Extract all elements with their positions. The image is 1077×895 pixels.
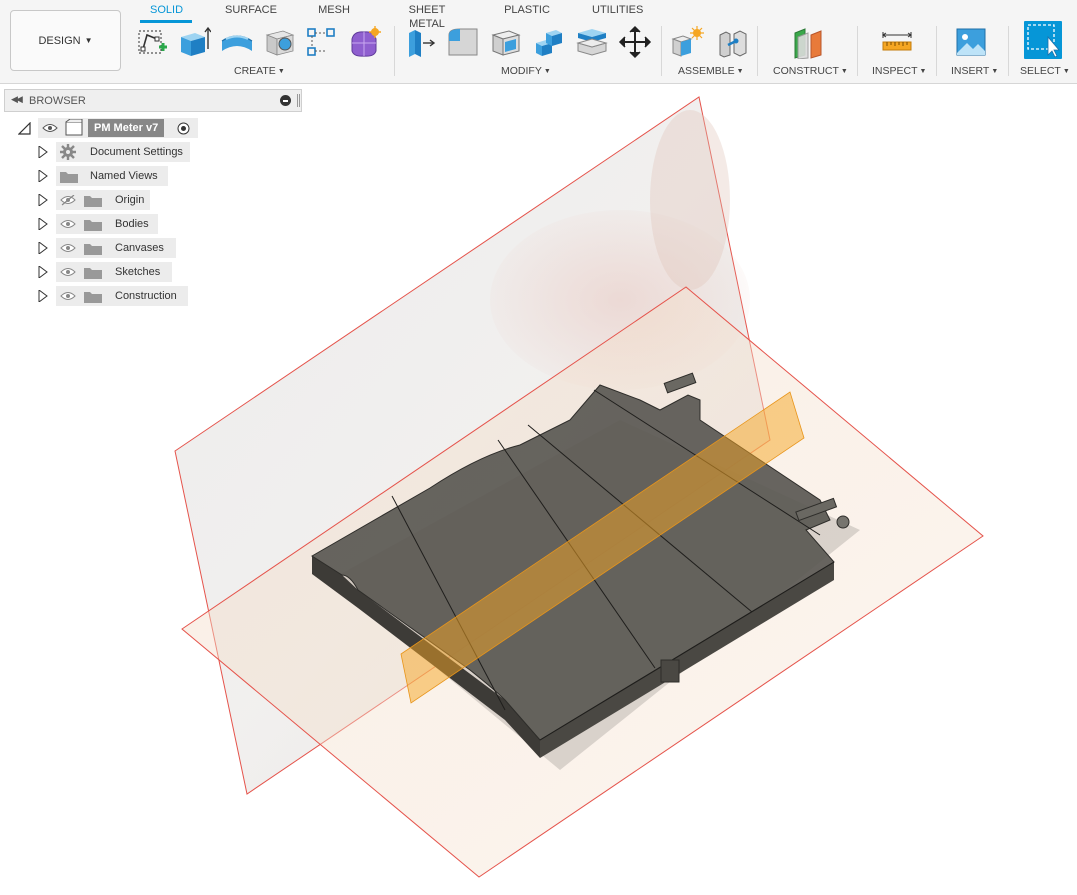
tab-solid[interactable]: SOLID <box>140 3 192 23</box>
folder-icon <box>60 172 78 183</box>
component-icon <box>65 119 83 136</box>
workspace-switcher-button[interactable]: DESIGN ▼ <box>10 10 121 71</box>
chevron-down-icon: ▼ <box>736 68 744 75</box>
modify-menu[interactable]: MODIFY ▼ <box>501 65 551 77</box>
toolbar-divider <box>857 26 858 76</box>
eye-icon[interactable] <box>42 123 58 133</box>
folder-icon <box>84 244 102 255</box>
toolbar-divider <box>661 26 662 76</box>
inspect-label: INSPECT <box>872 65 918 77</box>
pattern-icon[interactable] <box>305 24 339 60</box>
chevron-down-icon: ▼ <box>84 36 93 45</box>
folder-icon <box>84 220 102 231</box>
chevron-down-icon: ▼ <box>543 68 551 75</box>
tab-plastic[interactable]: PLASTIC <box>503 3 551 19</box>
tree-item-label: Document Settings <box>90 146 183 158</box>
create-sketch-icon[interactable] <box>135 24 169 60</box>
expand-arrow-icon[interactable] <box>38 146 48 158</box>
browser-title: BROWSER <box>29 95 86 107</box>
measure-icon[interactable] <box>880 24 914 60</box>
insert-image-icon[interactable] <box>954 24 988 60</box>
assemble-menu[interactable]: ASSEMBLE ▼ <box>678 65 744 77</box>
eye-hidden-icon[interactable] <box>60 195 76 206</box>
shell-icon[interactable] <box>489 24 523 60</box>
toolbar-divider <box>394 26 395 76</box>
tree-root[interactable]: PM Meter v7 <box>0 118 300 138</box>
tree-item-label: Canvases <box>115 242 164 254</box>
create-label: CREATE <box>234 65 276 77</box>
inspect-menu[interactable]: INSPECT ▼ <box>872 65 926 77</box>
latch-pin <box>836 515 850 529</box>
eye-icon[interactable] <box>60 243 76 253</box>
browser-panel-header: ◀◀ BROWSER <box>4 89 302 112</box>
notch <box>660 659 680 683</box>
assemble-label: ASSEMBLE <box>678 65 735 77</box>
move-icon[interactable] <box>618 24 652 60</box>
tree-item-label: Sketches <box>115 266 161 278</box>
model-canvas[interactable] <box>0 84 1077 895</box>
tab-sheet-metal[interactable]: SHEET METAL <box>391 3 463 30</box>
expand-arrow-icon[interactable] <box>38 170 48 182</box>
eye-icon[interactable] <box>60 219 76 229</box>
insert-label: INSERT <box>951 65 990 77</box>
minimize-icon[interactable] <box>280 95 291 106</box>
construct-label: CONSTRUCT <box>773 65 839 77</box>
expand-arrow-icon[interactable] <box>38 266 48 278</box>
select-icon[interactable] <box>1024 21 1062 59</box>
modify-label: MODIFY <box>501 65 542 77</box>
select-menu[interactable]: SELECT ▼ <box>1020 65 1070 77</box>
tree-item-label: Named Views <box>90 170 158 182</box>
eye-icon[interactable] <box>60 291 76 301</box>
chevron-down-icon: ▼ <box>840 68 848 75</box>
eye-icon[interactable] <box>60 267 76 277</box>
chevron-down-icon: ▼ <box>991 68 999 75</box>
tree-item-label: Bodies <box>115 218 149 230</box>
canvas-viewport[interactable] <box>0 84 1077 895</box>
tree-item-label: Construction <box>115 290 177 302</box>
hole-icon[interactable] <box>263 24 297 60</box>
gear-icon <box>60 144 76 160</box>
fillet-icon[interactable] <box>446 24 480 60</box>
insert-menu[interactable]: INSERT ▼ <box>951 65 998 77</box>
toolbar-divider <box>1008 26 1009 76</box>
folder-icon <box>84 268 102 279</box>
toolbar-divider <box>757 26 758 76</box>
expand-arrow-icon[interactable] <box>38 290 48 302</box>
expand-arrow-icon[interactable] <box>38 242 48 254</box>
folder-icon <box>84 292 102 303</box>
offset-face-icon[interactable] <box>575 24 609 60</box>
tab-surface[interactable]: SURFACE <box>225 3 277 19</box>
toolbar-divider <box>936 26 937 76</box>
extrude-icon[interactable] <box>177 24 211 60</box>
expand-arrow-icon[interactable] <box>38 194 48 206</box>
canvas-image-highlight <box>650 110 730 290</box>
folder-icon <box>84 196 102 207</box>
chevron-down-icon: ▼ <box>277 68 285 75</box>
tree-item-label: Origin <box>115 194 145 206</box>
expand-arrow-icon[interactable] <box>38 218 48 230</box>
activate-component-icon[interactable] <box>177 122 190 135</box>
root-component-label[interactable]: PM Meter v7 <box>88 119 165 137</box>
chevron-down-icon: ▼ <box>1062 68 1070 75</box>
new-component-icon[interactable] <box>671 24 705 60</box>
toolbar: DESIGN ▼ SOLID SURFACE MESH SHEET METAL … <box>0 0 1077 84</box>
chevron-down-icon: ▼ <box>919 68 927 75</box>
construct-menu[interactable]: CONSTRUCT ▼ <box>773 65 848 77</box>
revolve-icon[interactable] <box>220 24 254 60</box>
offset-plane-icon[interactable] <box>791 24 825 60</box>
select-label: SELECT <box>1020 65 1061 77</box>
collapse-panel-icon[interactable]: ◀◀ <box>11 94 23 105</box>
combine-icon[interactable] <box>532 24 566 60</box>
joint-icon[interactable] <box>716 24 750 60</box>
tab-mesh[interactable]: MESH <box>318 3 350 19</box>
workspace-label: DESIGN <box>38 34 81 47</box>
expand-root-icon[interactable] <box>18 122 31 135</box>
panel-resize-handle[interactable] <box>297 94 300 107</box>
create-menu[interactable]: CREATE ▼ <box>234 65 285 77</box>
form-icon[interactable] <box>348 24 382 60</box>
tab-utilities[interactable]: UTILITIES <box>592 3 643 19</box>
press-pull-icon[interactable] <box>403 24 437 60</box>
